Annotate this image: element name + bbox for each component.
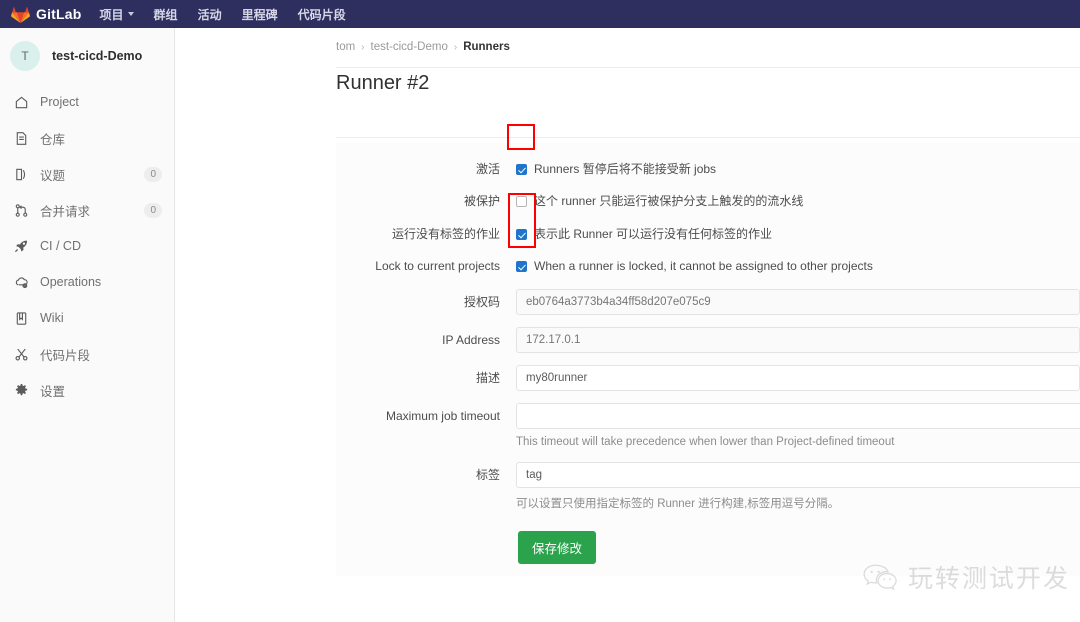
sidebar-item-snippets[interactable]: 代码片段	[0, 336, 174, 372]
nav-item-milestones[interactable]: 里程碑	[242, 6, 278, 23]
field-label: 描述	[336, 365, 516, 391]
nav-item-activity[interactable]: 活动	[198, 6, 222, 23]
protected-checkbox-group[interactable]: 这个 runner 只能运行被保护分支上触发的的流水线	[516, 193, 803, 210]
top-navbar: GitLab 项目 群组 活动 里程碑 代码片段	[0, 0, 1080, 28]
sidebar-item-repository[interactable]: 仓库	[0, 120, 174, 156]
save-button[interactable]: 保存修改	[518, 531, 596, 564]
sidebar-project-name: test-cicd-Demo	[52, 49, 142, 63]
sidebar-project-header[interactable]: T test-cicd-Demo	[0, 36, 174, 76]
run-untagged-checkbox-text: 表示此 Runner 可以运行没有任何标签的作业	[534, 226, 772, 243]
watermark-text: 玩转测试开发	[908, 559, 1070, 595]
lock-projects-checkbox[interactable]	[516, 261, 527, 272]
sidebar-item-label: Operations	[40, 275, 162, 289]
sidebar-item-label: Wiki	[40, 311, 162, 325]
gitlab-logo-icon[interactable]	[11, 5, 30, 23]
chevron-down-icon	[128, 12, 134, 16]
field-label: 激活	[336, 161, 516, 178]
main-content: tom › test-cicd-Demo › Runners Runner #2…	[176, 28, 1080, 622]
breadcrumb-divider	[336, 67, 1080, 68]
sidebar-item-merge-requests[interactable]: 合并请求 0	[0, 192, 174, 228]
tags-help-text: 可以设置只使用指定标签的 Runner 进行构建,标签用逗号分隔。	[516, 495, 1080, 511]
run-untagged-checkbox[interactable]	[516, 229, 527, 240]
nav-item-groups[interactable]: 群组	[154, 6, 178, 23]
sidebar-item-issues[interactable]: 议题 0	[0, 156, 174, 192]
sidebar-item-label: 代码片段	[40, 345, 162, 364]
form-row-description: 描述 my80runner	[336, 365, 1080, 391]
tags-input[interactable]: tag	[516, 462, 1080, 488]
max-timeout-help-text: This timeout will take precedence when l…	[516, 436, 1080, 448]
ip-address-input[interactable]: 172.17.0.1	[516, 327, 1080, 353]
active-checkbox-group[interactable]: Runners 暂停后将不能接受新 jobs	[516, 161, 716, 178]
sidebar-item-label: 合并请求	[40, 201, 144, 220]
run-untagged-checkbox-group[interactable]: 表示此 Runner 可以运行没有任何标签的作业	[516, 226, 772, 243]
sidebar-item-ci-cd[interactable]: CI / CD	[0, 228, 174, 264]
breadcrumb-project[interactable]: test-cicd-Demo	[371, 41, 448, 53]
sidebar-badge-merge-requests: 0	[144, 203, 162, 218]
sidebar-item-label: CI / CD	[40, 239, 162, 253]
sidebar-item-project[interactable]: Project	[0, 84, 174, 120]
home-icon	[13, 94, 29, 110]
breadcrumb-separator-icon: ›	[454, 42, 457, 53]
form-row-run-untagged: 运行没有标签的作业 表示此 Runner 可以运行没有任何标签的作业	[336, 226, 1080, 243]
lock-projects-checkbox-group[interactable]: When a runner is locked, it cannot be as…	[516, 258, 873, 275]
rocket-icon	[13, 238, 29, 254]
sidebar-item-label: 仓库	[40, 129, 162, 148]
protected-checkbox-text: 这个 runner 只能运行被保护分支上触发的的流水线	[534, 193, 803, 210]
form-row-lock-projects: Lock to current projects When a runner i…	[336, 258, 1080, 275]
sidebar-item-operations[interactable]: Operations	[0, 264, 174, 300]
breadcrumb-root[interactable]: tom	[336, 41, 355, 53]
field-label: Maximum job timeout	[336, 403, 516, 429]
page-title: Runner #2	[176, 53, 1080, 95]
nav-item-snippets[interactable]: 代码片段	[298, 6, 346, 23]
protected-checkbox[interactable]	[516, 196, 527, 207]
cloud-gear-icon	[13, 274, 29, 290]
sidebar-item-label: 议题	[40, 165, 144, 184]
active-checkbox[interactable]	[516, 164, 527, 175]
description-input[interactable]: my80runner	[516, 365, 1080, 391]
field-label: 授权码	[336, 289, 516, 315]
token-input[interactable]: eb0764a3773b4a34ff58d207e075c9	[516, 289, 1080, 315]
runner-settings-form: 激活 Runners 暂停后将不能接受新 jobs 被保护 这个 runner …	[336, 143, 1080, 576]
navbar-menu: 项目 群组 活动 里程碑 代码片段	[100, 6, 366, 23]
sidebar-badge-issues: 0	[144, 167, 162, 182]
form-row-active: 激活 Runners 暂停后将不能接受新 jobs	[336, 161, 1080, 178]
sidebar: T test-cicd-Demo Project	[0, 28, 175, 622]
sidebar-item-label: 设置	[40, 381, 162, 400]
breadcrumb-current: Runners	[463, 41, 510, 53]
field-label: 标签	[336, 462, 516, 488]
lock-projects-checkbox-text: When a runner is locked, it cannot be as…	[534, 258, 873, 275]
active-checkbox-text: Runners 暂停后将不能接受新 jobs	[534, 161, 716, 178]
field-label: IP Address	[336, 327, 516, 353]
gitlab-runner-settings-page: GitLab 项目 群组 活动 里程碑 代码片段 T test-cicd-Dem…	[0, 0, 1080, 622]
sidebar-nav-list: Project 仓库 议题	[0, 84, 174, 408]
brand-title: GitLab	[36, 6, 82, 22]
field-label: 运行没有标签的作业	[336, 226, 516, 243]
form-row-protected: 被保护 这个 runner 只能运行被保护分支上触发的的流水线	[336, 193, 1080, 210]
gear-icon	[13, 382, 29, 398]
wechat-icon	[862, 562, 900, 592]
sidebar-item-label: Project	[40, 95, 162, 109]
sidebar-item-wiki[interactable]: Wiki	[0, 300, 174, 336]
merge-request-icon	[13, 202, 29, 218]
field-label: Lock to current projects	[336, 258, 516, 275]
max-timeout-input[interactable]	[516, 403, 1080, 429]
form-row-ip-address: IP Address 172.17.0.1	[336, 327, 1080, 353]
avatar: T	[10, 41, 40, 71]
form-row-token: 授权码 eb0764a3773b4a34ff58d207e075c9	[336, 289, 1080, 315]
form-row-tags: 标签 tag 可以设置只使用指定标签的 Runner 进行构建,标签用逗号分隔。	[336, 462, 1080, 511]
issues-icon	[13, 166, 29, 182]
nav-item-label: 项目	[100, 6, 124, 23]
sidebar-item-settings[interactable]: 设置	[0, 372, 174, 408]
nav-item-projects[interactable]: 项目	[100, 6, 134, 23]
scissors-icon	[13, 346, 29, 362]
book-icon	[13, 310, 29, 326]
title-divider	[336, 137, 1080, 138]
repository-icon	[13, 130, 29, 146]
field-label: 被保护	[336, 193, 516, 210]
watermark: 玩转测试开发	[862, 559, 1070, 595]
breadcrumb: tom › test-cicd-Demo › Runners	[176, 28, 1080, 53]
form-row-max-timeout: Maximum job timeout This timeout will ta…	[336, 403, 1080, 448]
breadcrumb-separator-icon: ›	[361, 42, 364, 53]
